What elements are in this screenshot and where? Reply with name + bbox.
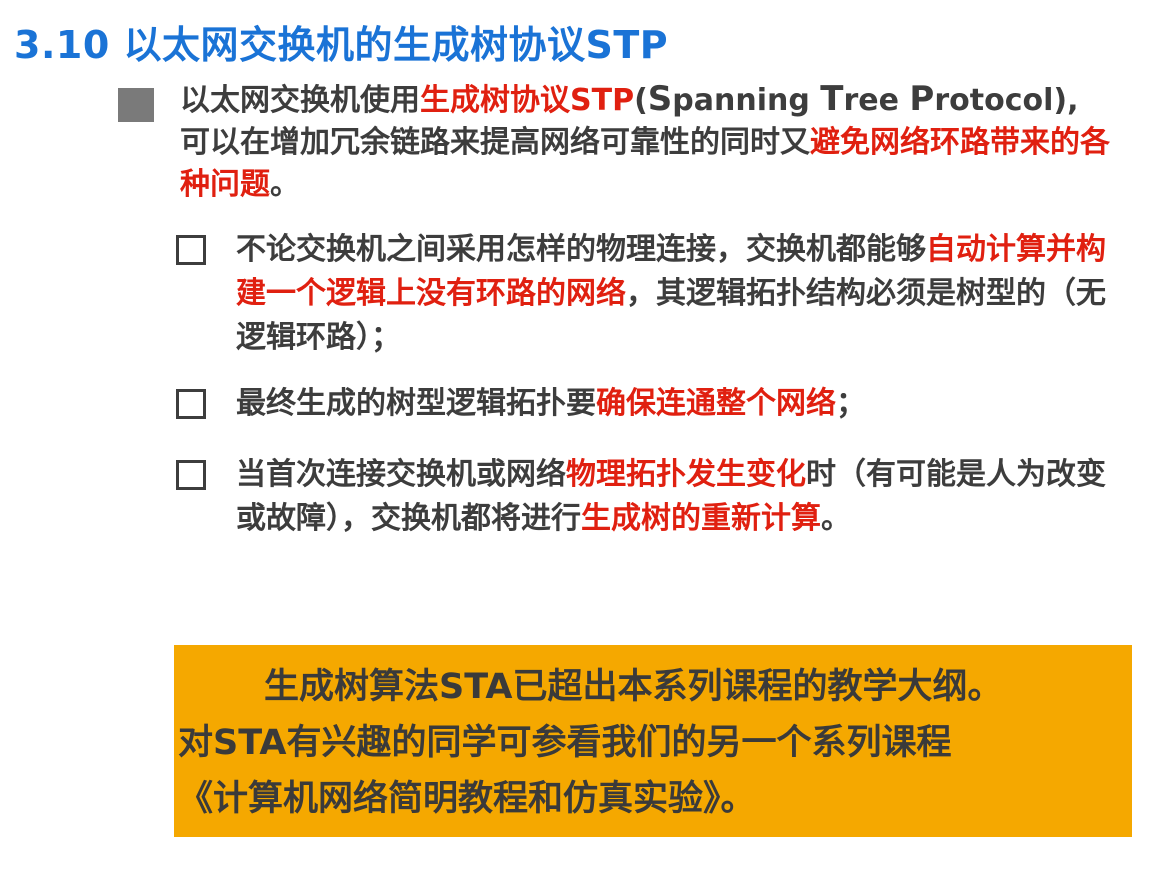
- list-item: 最终生成的树型逻辑拓扑要确保连通整个网络；: [236, 382, 1116, 426]
- intro-letter-p: P: [909, 79, 935, 119]
- checkbox-icon: [176, 389, 206, 419]
- intro-word-panning: panning: [672, 83, 821, 118]
- intro-period: 。: [270, 167, 300, 202]
- intro-text-1: 以太网交换机使用: [180, 83, 420, 118]
- note-line-1: 生成树算法STA已超出本系列课程的教学大纲。: [264, 667, 1003, 707]
- checkbox-icon: [176, 235, 206, 265]
- intro-word-rotocol: rotocol),: [934, 83, 1079, 118]
- intro-text-2: 可以在增加冗余链路来提高网络可靠性的同时又: [180, 125, 810, 160]
- item-text: 最终生成的树型逻辑拓扑要: [236, 386, 596, 421]
- item-highlight: 生成树的重新计算: [581, 501, 821, 536]
- note-line-2: 对STA有兴趣的同学可参看我们的另一个系列课程: [178, 723, 952, 763]
- item-text: ；: [836, 386, 866, 421]
- intro-letter-t: T: [820, 79, 844, 119]
- item-text: 当首次连接交换机或网络: [236, 457, 566, 492]
- item-text: 不论交换机之间采用怎样的物理连接，交换机都能够: [236, 232, 926, 267]
- intro-word-ree: ree: [843, 83, 910, 118]
- slide-title: 3.10 以太网交换机的生成树协议STP: [14, 23, 669, 67]
- intro-paragraph: 以太网交换机使用生成树协议STP(Spanning Tree Protocol)…: [180, 78, 1120, 206]
- item-highlight: 确保连通整个网络: [596, 386, 836, 421]
- intro-highlight-stp: 生成树协议STP: [420, 83, 635, 118]
- item-highlight: 物理拓扑发生变化: [566, 457, 806, 492]
- item-text: 。: [821, 501, 851, 536]
- checkbox-icon: [176, 460, 206, 490]
- list-item: 不论交换机之间采用怎样的物理连接，交换机都能够自动计算并构建一个逻辑上没有环路的…: [236, 228, 1116, 360]
- course-note-box: 生成树算法STA已超出本系列课程的教学大纲。 对STA有兴趣的同学可参看我们的另…: [174, 645, 1132, 837]
- intro-letter-s: S: [647, 79, 673, 119]
- square-bullet-icon: [118, 88, 154, 122]
- note-line-3: 《计算机网络简明教程和仿真实验》。: [178, 779, 756, 819]
- intro-paren-open: (: [634, 83, 648, 118]
- list-item: 当首次连接交换机或网络物理拓扑发生变化时（有可能是人为改变或故障），交换机都将进…: [236, 453, 1116, 541]
